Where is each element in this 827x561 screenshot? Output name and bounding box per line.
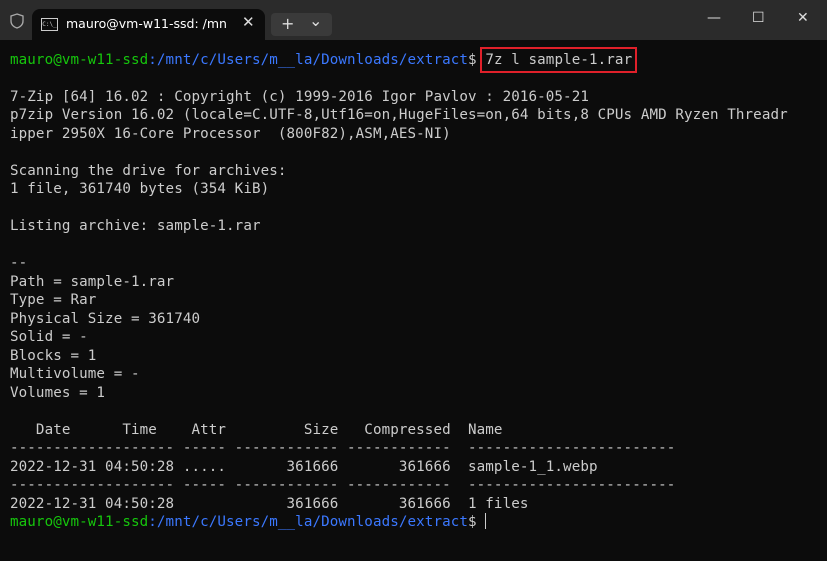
- terminal-output[interactable]: mauro@vm-w11-ssd:/mnt/c/Users/m__la/Down…: [10, 47, 788, 532]
- output-line: 2022-12-31 04:50:28 ..... 361666 361666 …: [10, 458, 598, 475]
- new-tab-button[interactable]: +: [281, 14, 294, 33]
- terminal-tab[interactable]: C:\_ mauro@vm-w11-ssd: /mnt/c/U ✕: [32, 9, 265, 40]
- prompt: mauro@vm-w11-ssd:/mnt/c/Users/m__la/Down…: [10, 514, 485, 530]
- output-line: Date Time Attr Size Compressed Name: [10, 421, 503, 438]
- command-output: 7-Zip [64] 16.02 : Copyright (c) 1999-20…: [10, 89, 788, 512]
- text-cursor: [485, 513, 487, 530]
- output-line: ------------------- ----- ------------ -…: [10, 440, 676, 457]
- highlighted-command: 7z l sample-1.rar: [480, 47, 638, 73]
- prompt: mauro@vm-w11-ssd:/mnt/c/Users/m__la/Down…: [10, 52, 485, 68]
- prompt-symbol: $: [468, 514, 486, 531]
- prompt-path: :/mnt/c/Users/m__la/Downloads/extract: [148, 514, 469, 531]
- output-line: 1 file, 361740 bytes (354 KiB): [10, 181, 270, 198]
- prompt-symbol: $: [468, 52, 486, 68]
- output-line: 2022-12-31 04:50:28 361666 361666 1 file…: [10, 495, 529, 512]
- dropdown-chevron-icon[interactable]: ⌄: [309, 11, 322, 30]
- prompt-user-host: mauro@vm-w11-ssd: [10, 514, 149, 531]
- new-tab-group: + ⌄: [271, 11, 332, 36]
- minimize-button[interactable]: —: [707, 10, 721, 26]
- output-line: Multivolume = -: [10, 366, 140, 383]
- output-line: Path = sample-1.rar: [10, 273, 175, 290]
- output-line: ------------------- ----- ------------ -…: [10, 477, 676, 494]
- output-line: --: [10, 255, 28, 272]
- terminal-icon: C:\_: [41, 18, 58, 31]
- output-line: 7-Zip [64] 16.02 : Copyright (c) 1999-20…: [10, 88, 589, 105]
- maximize-button[interactable]: ☐: [752, 10, 765, 26]
- tab-title: mauro@vm-w11-ssd: /mnt/c/U: [66, 16, 226, 31]
- close-tab-icon[interactable]: ✕: [242, 13, 255, 31]
- prompt-user-host: mauro@vm-w11-ssd: [10, 52, 149, 68]
- output-line: Blocks = 1: [10, 347, 97, 364]
- output-line: Listing archive: sample-1.rar: [10, 218, 261, 235]
- close-window-button[interactable]: ✕: [797, 10, 809, 26]
- title-bar: C:\_ mauro@vm-w11-ssd: /mnt/c/U ✕ + ⌄ — …: [0, 0, 827, 40]
- output-line: Solid = -: [10, 329, 88, 346]
- prompt-path: :/mnt/c/Users/m__la/Downloads/extract: [148, 52, 469, 68]
- output-line: Volumes = 1: [10, 384, 106, 401]
- output-line: Type = Rar: [10, 292, 97, 309]
- shield-icon[interactable]: [10, 13, 24, 29]
- output-line: ipper 2950X 16-Core Processor (800F82),A…: [10, 125, 451, 142]
- output-line: p7zip Version 16.02 (locale=C.UTF-8,Utf1…: [10, 107, 788, 124]
- output-line: Scanning the drive for archives:: [10, 162, 287, 179]
- output-line: Physical Size = 361740: [10, 310, 201, 327]
